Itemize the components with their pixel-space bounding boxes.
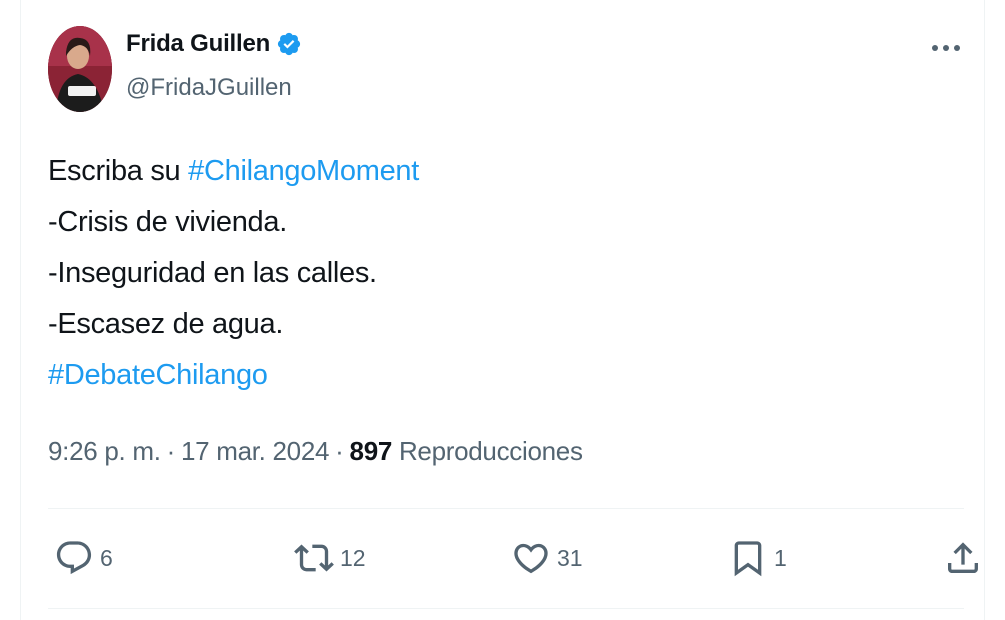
tweet-actions: 6 12 31 1 xyxy=(48,530,978,590)
retweet-count: 12 xyxy=(340,544,366,571)
author-handle[interactable]: @FridaJGuillen xyxy=(126,74,292,102)
share-icon xyxy=(948,542,978,573)
views-label: Reproducciones xyxy=(398,436,583,466)
avatar[interactable] xyxy=(48,26,112,112)
reply-count: 6 xyxy=(100,544,113,571)
tweet-line: -Crisis de vivienda. xyxy=(48,206,287,238)
verified-badge-icon xyxy=(277,32,301,56)
like-button[interactable]: 31 xyxy=(511,538,583,578)
divider xyxy=(48,608,964,609)
divider xyxy=(48,508,964,509)
tweet-card: Frida Guillen @FridaJGuillen Escriba su … xyxy=(20,0,985,620)
heart-icon xyxy=(514,543,548,574)
tweet-line: #DebateChilango xyxy=(48,350,419,401)
avatar-image xyxy=(48,26,112,112)
meta-separator: · xyxy=(335,436,344,466)
reply-button[interactable]: 6 xyxy=(54,538,113,578)
tweet-line: -Inseguridad en las calles. xyxy=(48,257,377,289)
tweet-line-text: Escriba su xyxy=(48,155,189,187)
tweet-text: Escriba su #ChilangoMoment -Crisis de vi… xyxy=(48,146,419,401)
share-button[interactable] xyxy=(943,538,983,578)
hashtag-link[interactable]: #ChilangoMoment xyxy=(188,155,419,187)
retweet-icon xyxy=(294,544,334,572)
bookmark-button[interactable]: 1 xyxy=(728,538,787,578)
meta-separator: · xyxy=(166,436,176,466)
more-horizontal-icon xyxy=(932,45,960,51)
reply-icon xyxy=(56,541,92,575)
tweet-date[interactable]: 17 mar. 2024 xyxy=(181,436,329,466)
views-count: 897 xyxy=(349,436,393,466)
hashtag-link[interactable]: #DebateChilango xyxy=(48,359,268,391)
retweet-button[interactable]: 12 xyxy=(294,538,366,578)
tweet-time[interactable]: 9:26 p. m. xyxy=(48,436,161,466)
author-name-row: Frida Guillen xyxy=(126,30,302,58)
tweet-line: Escriba su #ChilangoMoment xyxy=(48,146,419,197)
bookmark-icon xyxy=(734,541,762,577)
tweet-line: -Escasez de agua. xyxy=(48,308,284,340)
author-name[interactable]: Frida Guillen xyxy=(126,30,270,58)
bookmark-count: 1 xyxy=(774,544,787,571)
tweet-meta: 9:26 p. m. · 17 mar. 2024 · 897 Reproduccion… xyxy=(48,436,583,467)
like-count: 31 xyxy=(557,544,583,571)
more-options-button[interactable] xyxy=(926,30,966,66)
